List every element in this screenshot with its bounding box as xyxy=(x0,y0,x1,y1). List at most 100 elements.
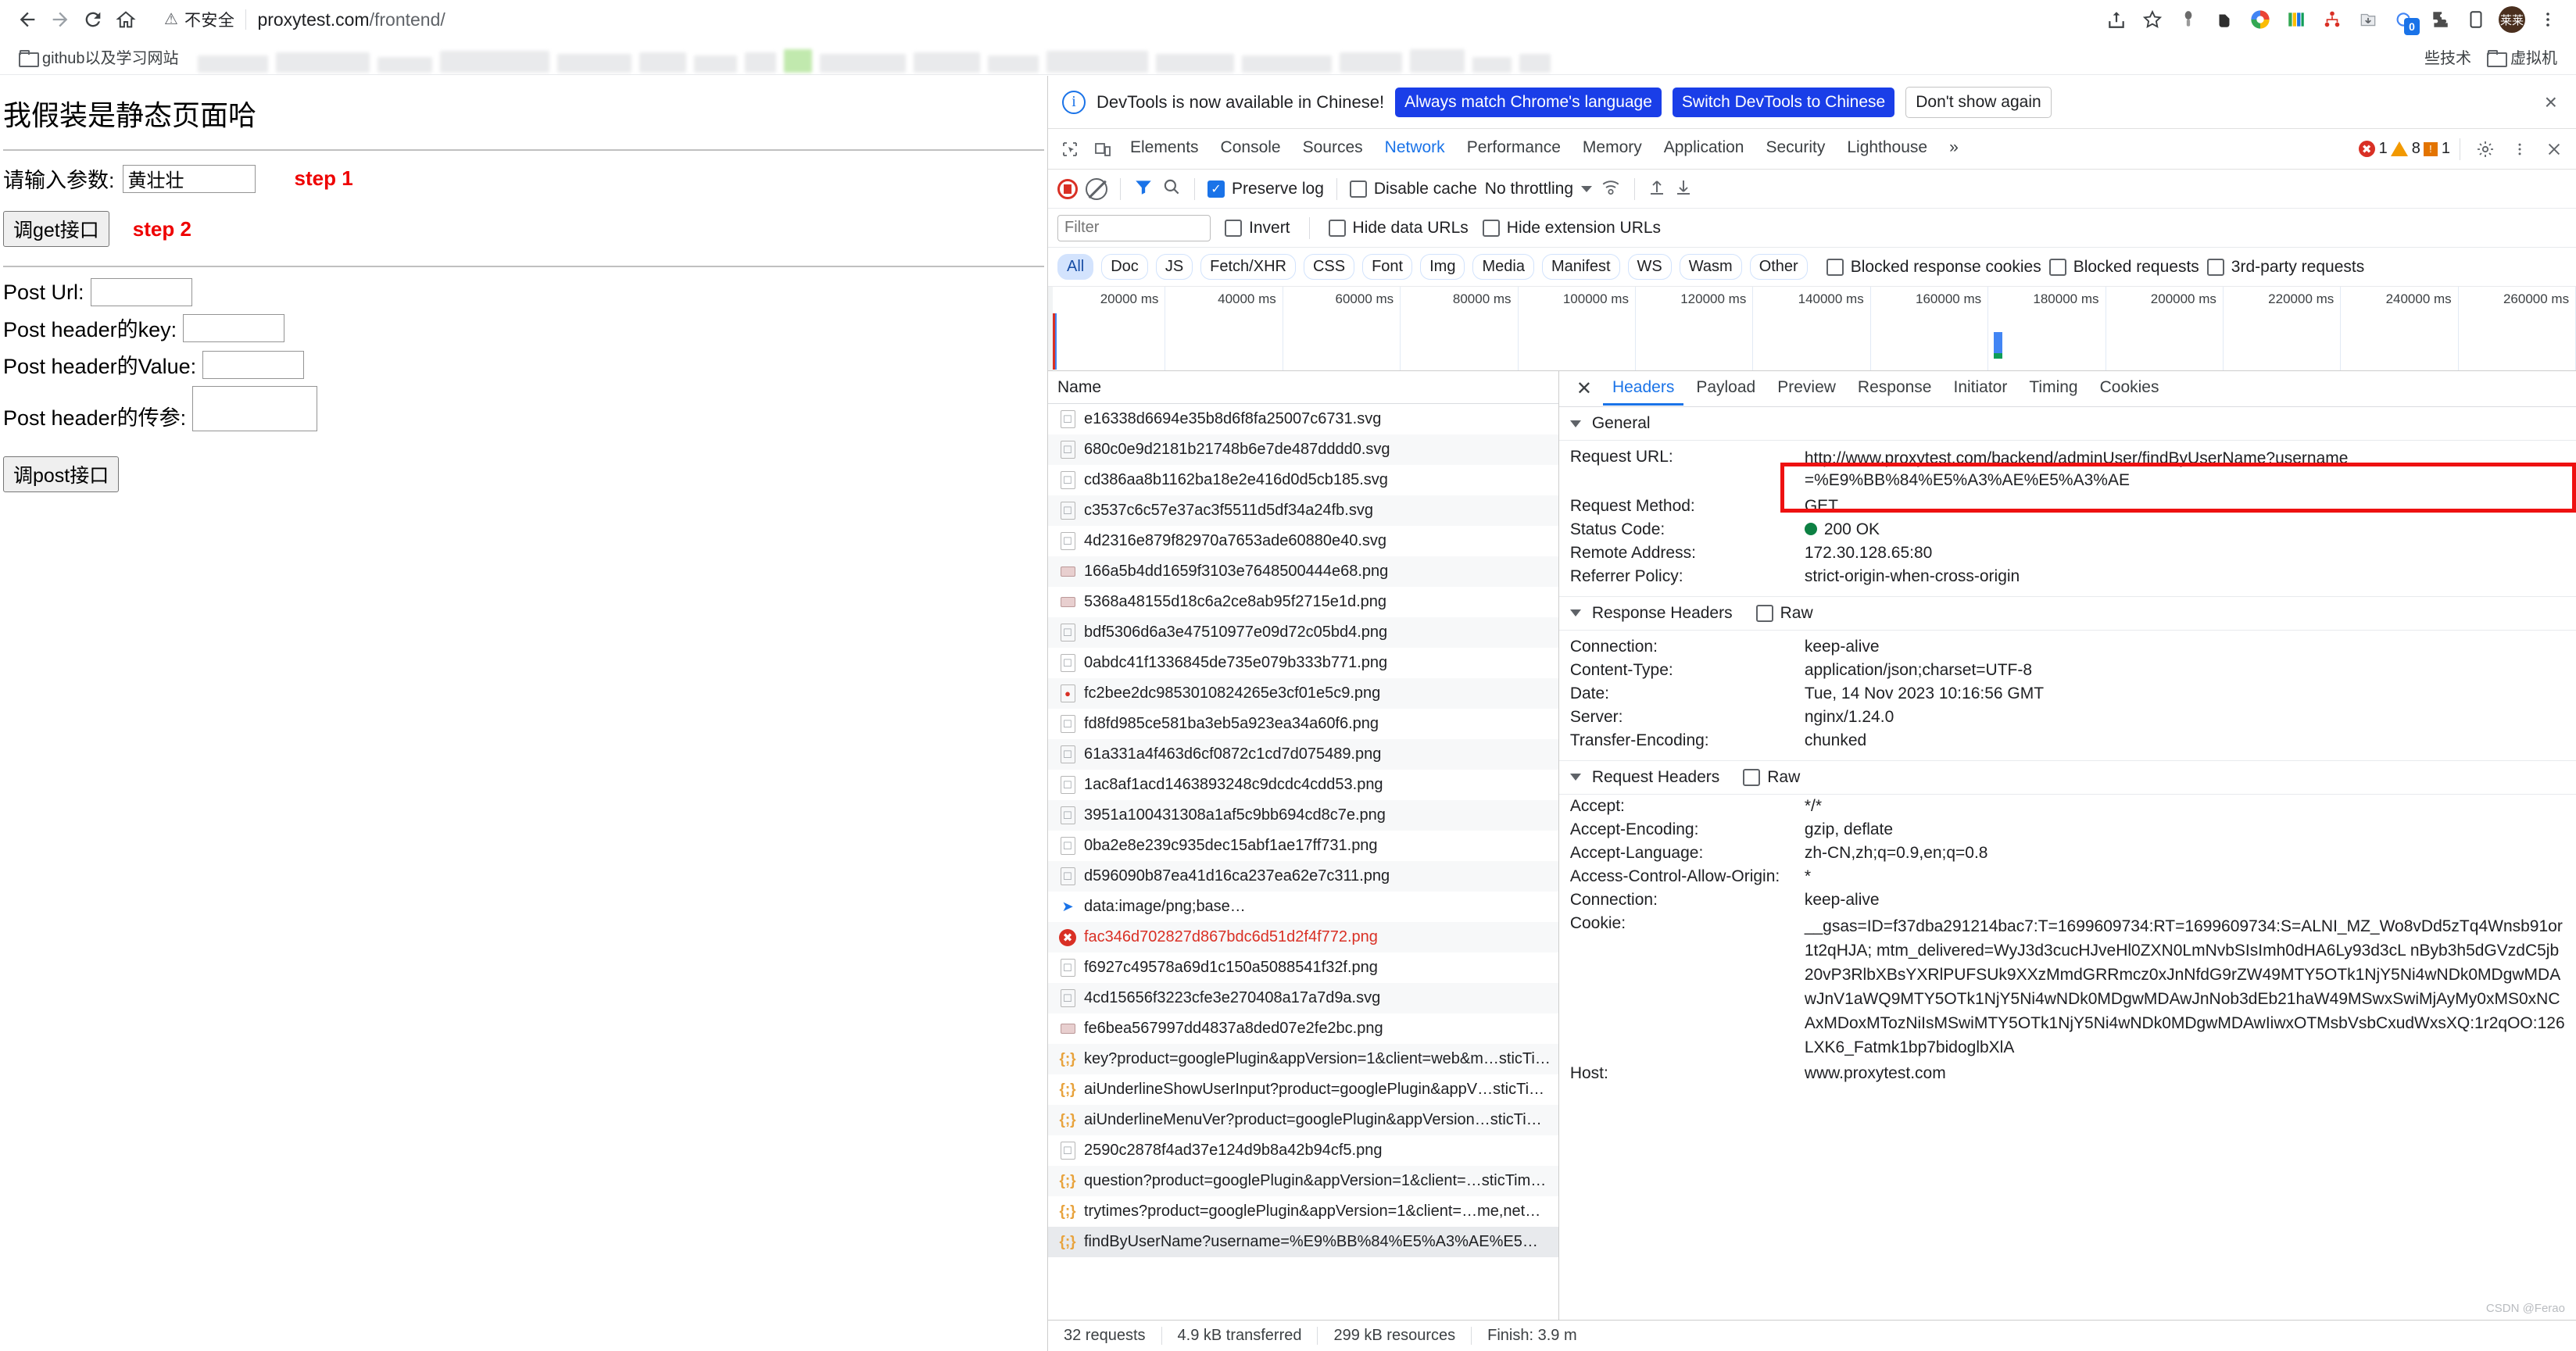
preserve-log-toggle[interactable]: ✓ Preserve log xyxy=(1208,180,1324,198)
request-row[interactable]: ☐d596090b87ea41d16ca237ea62e7c311.png xyxy=(1048,861,1558,892)
chip-js[interactable]: JS xyxy=(1156,254,1193,280)
chip-other[interactable]: Other xyxy=(1750,254,1808,280)
param-input[interactable] xyxy=(123,165,256,193)
warning-count[interactable]: 8 xyxy=(2391,140,2420,158)
hide-extension-urls-toggle[interactable]: Hide extension URLs xyxy=(1483,219,1661,238)
blurred-bookmark[interactable] xyxy=(1156,54,1234,73)
more-tabs-icon[interactable]: » xyxy=(1939,134,1969,164)
disable-cache-checkbox[interactable] xyxy=(1350,180,1367,198)
request-row[interactable]: ●fc2bee2dc9853010824265e3cf01e5c9.png xyxy=(1048,678,1558,709)
request-row[interactable]: 166a5b4dd1659f3103e7648500444e68.png xyxy=(1048,556,1558,587)
post-body-textarea[interactable] xyxy=(192,386,317,431)
request-row[interactable]: {;}findByUserName?username=%E9%BB%84%E5%… xyxy=(1048,1227,1558,1257)
throttling-select[interactable]: No throttling xyxy=(1485,180,1573,198)
avatar[interactable]: 莱莱 xyxy=(2495,2,2529,37)
blurred-bookmark[interactable] xyxy=(988,55,1039,73)
device-toolbar-icon[interactable] xyxy=(1087,134,1118,165)
request-headers-section-header[interactable]: Request Headers Raw xyxy=(1559,761,2576,795)
tab-application[interactable]: Application xyxy=(1654,134,1755,164)
chip-wasm[interactable]: Wasm xyxy=(1680,254,1742,280)
preserve-log-checkbox[interactable]: ✓ xyxy=(1208,180,1225,198)
blurred-bookmark[interactable] xyxy=(377,57,432,73)
tab-performance[interactable]: Performance xyxy=(1457,134,1571,164)
detail-tab-payload[interactable]: Payload xyxy=(1687,372,1765,406)
close-detail-icon[interactable]: ✕ xyxy=(1569,377,1600,400)
home-icon[interactable] xyxy=(109,3,142,36)
request-row[interactable]: {;}aiUnderlineShowUserInput?product=goog… xyxy=(1048,1074,1558,1105)
request-row[interactable]: ✖fac346d702827d867bdc6d51d2f4f772.png xyxy=(1048,922,1558,952)
disable-cache-toggle[interactable]: Disable cache xyxy=(1350,180,1477,198)
request-row[interactable]: ☐4d2316e879f82970a7653ade60880e40.svg xyxy=(1048,526,1558,556)
request-row[interactable]: 5368a48155d18c6a2ce8ab95f2715e1d.png xyxy=(1048,587,1558,617)
hide-data-urls-checkbox[interactable] xyxy=(1329,220,1346,237)
evernote-icon[interactable] xyxy=(2207,2,2241,37)
general-section-header[interactable]: General xyxy=(1559,407,2576,441)
request-row[interactable]: {;}key?product=googlePlugin&appVersion=1… xyxy=(1048,1044,1558,1074)
blurred-bookmark[interactable] xyxy=(820,54,906,73)
request-row[interactable]: {;}question?product=googlePlugin&appVers… xyxy=(1048,1166,1558,1196)
request-row[interactable]: ☐fd8fd985ce581ba3eb5a923ea34a60f6.png xyxy=(1048,709,1558,739)
chip-doc[interactable]: Doc xyxy=(1101,254,1148,280)
sync-icon[interactable]: 0 xyxy=(2387,2,2421,37)
call-post-api-button[interactable]: 调post接口 xyxy=(3,456,119,492)
share-icon[interactable] xyxy=(2099,2,2134,37)
blurred-bookmark[interactable] xyxy=(694,55,737,73)
third-party-requests-toggle[interactable]: 3rd-party requests xyxy=(2207,258,2364,277)
detail-tab-response[interactable]: Response xyxy=(1848,372,1941,406)
blurred-bookmark[interactable] xyxy=(276,52,370,73)
blurred-bookmark[interactable] xyxy=(1046,51,1148,73)
sitemap-icon[interactable] xyxy=(2315,2,2349,37)
request-raw-checkbox[interactable] xyxy=(1743,769,1760,786)
response-raw-checkbox[interactable] xyxy=(1756,605,1773,622)
dont-show-again-button[interactable]: Don't show again xyxy=(1905,87,2051,118)
chip-all[interactable]: All xyxy=(1057,254,1093,280)
download-folder-icon[interactable] xyxy=(2351,2,2385,37)
always-match-language-button[interactable]: Always match Chrome's language xyxy=(1395,88,1662,117)
chip-manifest[interactable]: Manifest xyxy=(1542,254,1620,280)
bookmark-item-vm[interactable]: 虚拟机 xyxy=(2479,43,2565,71)
tab-memory[interactable]: Memory xyxy=(1572,134,1652,164)
invert-checkbox[interactable] xyxy=(1225,220,1242,237)
chip-fetch-xhr[interactable]: Fetch/XHR xyxy=(1200,254,1296,280)
chevron-down-icon[interactable] xyxy=(1581,186,1592,192)
tab-sources[interactable]: Sources xyxy=(1293,134,1373,164)
filter-funnel-icon[interactable] xyxy=(1133,177,1154,202)
request-url-value[interactable]: http://www.proxytest.com/backend/adminUs… xyxy=(1805,448,2349,492)
blocked-response-cookies-checkbox[interactable] xyxy=(1826,259,1844,276)
record-button[interactable] xyxy=(1057,179,1078,199)
search-icon[interactable] xyxy=(1161,177,1182,202)
bookmark-star-icon[interactable] xyxy=(2135,2,2170,37)
reload-icon[interactable] xyxy=(77,3,109,36)
address-bar[interactable]: ⚠ 不安全 proxytest.com/frontend/ xyxy=(156,4,2091,35)
request-row[interactable]: ☐3951a100431308a1af5c9bb694cd8c7e.png xyxy=(1048,800,1558,831)
blurred-bookmark[interactable] xyxy=(1242,55,1332,73)
bookmark-item-tech[interactable]: 些技术 xyxy=(2417,43,2479,71)
blocked-requests-toggle[interactable]: Blocked requests xyxy=(2049,258,2199,277)
error-count[interactable]: ✖ 1 xyxy=(2359,140,2388,158)
export-har-icon[interactable] xyxy=(1674,177,1693,202)
tab-console[interactable]: Console xyxy=(1211,134,1291,164)
chip-font[interactable]: Font xyxy=(1362,254,1412,280)
network-filter-input[interactable] xyxy=(1057,215,1211,241)
tab-lighthouse[interactable]: Lighthouse xyxy=(1837,134,1937,164)
detail-tab-preview[interactable]: Preview xyxy=(1768,372,1845,406)
blurred-bookmark[interactable] xyxy=(1519,54,1551,73)
detail-tab-headers[interactable]: Headers xyxy=(1603,372,1683,406)
chip-media[interactable]: Media xyxy=(1472,254,1533,280)
post-header-value-input[interactable] xyxy=(202,351,304,379)
blurred-bookmark[interactable] xyxy=(1410,49,1465,73)
post-header-key-input[interactable] xyxy=(183,314,284,342)
request-row[interactable]: ☐680c0e9d2181b21748b6e7de487dddd0.svg xyxy=(1048,434,1558,465)
third-party-requests-checkbox[interactable] xyxy=(2207,259,2224,276)
request-row[interactable]: ☐2590c2878f4ad37e124d9b8a42b94cf5.png xyxy=(1048,1135,1558,1166)
devtools-kebab-menu-icon[interactable] xyxy=(2504,134,2535,165)
puzzle-extension-icon[interactable] xyxy=(2423,2,2457,37)
sidebar-panel-icon[interactable] xyxy=(2459,2,2493,37)
color-wheel-icon[interactable] xyxy=(2243,2,2277,37)
blurred-bookmark[interactable] xyxy=(1472,57,1512,73)
blurred-bookmark[interactable] xyxy=(745,52,776,73)
close-notice-icon[interactable]: × xyxy=(2540,90,2562,115)
response-headers-section-header[interactable]: Response Headers Raw xyxy=(1559,597,2576,631)
request-row[interactable]: ☐0abdc41f1336845de735e079b333b771.png xyxy=(1048,648,1558,678)
detail-tab-initiator[interactable]: Initiator xyxy=(1944,372,2016,406)
